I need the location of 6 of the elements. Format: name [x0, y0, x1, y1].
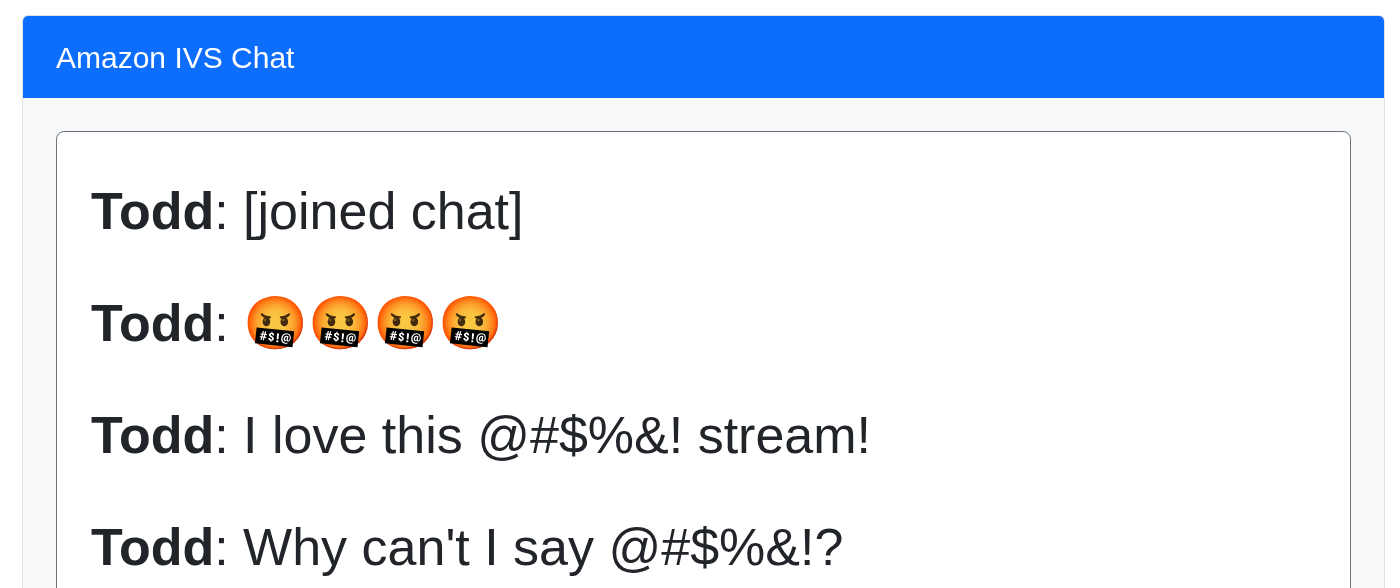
chat-message: Todd: Why can't I say @#$%&!? — [91, 517, 845, 578]
emoji-text: 🤬🤬🤬🤬 — [243, 293, 504, 354]
chat-message: Todd: I love this @#$%&! stream! — [91, 405, 872, 466]
chat-message: Todd: [joined chat] — [91, 181, 525, 242]
header-title: Amazon IVS Chat — [56, 39, 295, 76]
chat-message: Todd: — [91, 293, 230, 354]
